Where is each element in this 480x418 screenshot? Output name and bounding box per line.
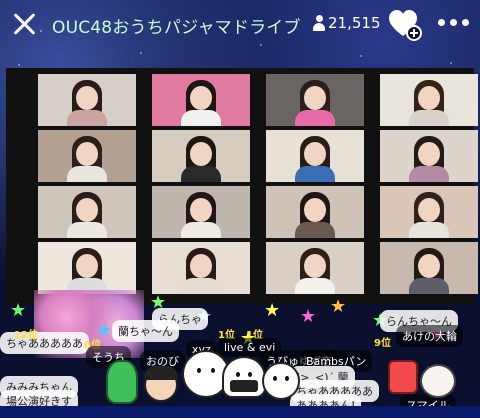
person-icon: [313, 15, 325, 31]
mascot-onigiri: [222, 356, 266, 398]
participant-video-tile: [38, 74, 136, 126]
participant-video-tile: [266, 186, 364, 238]
follow-heart-button[interactable]: [388, 9, 422, 41]
participant-video-tile: [380, 74, 478, 126]
more-dot-icon: [450, 18, 457, 26]
rank-label: 9位: [374, 338, 391, 349]
participant-video-tile: [380, 242, 478, 294]
more-menu-button[interactable]: [438, 14, 472, 30]
comment-bubble: あけの大輪: [396, 325, 463, 347]
close-icon[interactable]: [10, 10, 38, 38]
participant-video-tile: [152, 74, 250, 126]
top-bar: OUC48おうちパジャマドライブ AK 21,515: [0, 0, 480, 48]
mascot-dog: [262, 362, 300, 400]
more-dot-icon: [438, 18, 445, 26]
mascot-green-char: [106, 360, 138, 404]
mascot-chibi: [144, 366, 178, 402]
viewer-count-badge: 21,515: [313, 14, 381, 32]
mascot-red-char: [388, 360, 418, 394]
viewer-count: 21,515: [328, 14, 381, 32]
participant-video-tile: [380, 186, 478, 238]
participant-video-tile: [266, 242, 364, 294]
heart-plus-icon: [389, 10, 422, 41]
comment-overlay: ★ ★ ★ ★ ★ ★ ★ ★ ★ ★ らんちゃ 蘭ちゃ〜ん らんちゃ〜ん あけ…: [0, 290, 480, 418]
star-icon: ★: [330, 296, 347, 317]
mascot-white-char: [420, 364, 456, 398]
participant-video-tile: [152, 242, 250, 294]
video-player[interactable]: [6, 68, 478, 304]
more-dot-icon: [462, 18, 469, 26]
participant-video-tile: [152, 130, 250, 182]
participant-video-tile: [38, 130, 136, 182]
participant-video-tile: [380, 130, 478, 182]
star-icon: ★: [264, 300, 281, 321]
participant-video-tile: [266, 74, 364, 126]
star-icon: ★: [300, 306, 317, 327]
footer-bar: [0, 406, 480, 418]
participant-video-tile: [38, 186, 136, 238]
participant-video-tile: [266, 130, 364, 182]
participant-video-tile: [152, 186, 250, 238]
comment-bubble: 蘭ちゃ〜ん: [112, 320, 179, 342]
rank-label: 12位: [14, 330, 38, 341]
stream-title: OUC48おうちパジャマドライブ AK: [52, 18, 300, 38]
participant-video-tile: [38, 242, 136, 294]
star-icon: ★: [10, 300, 27, 321]
